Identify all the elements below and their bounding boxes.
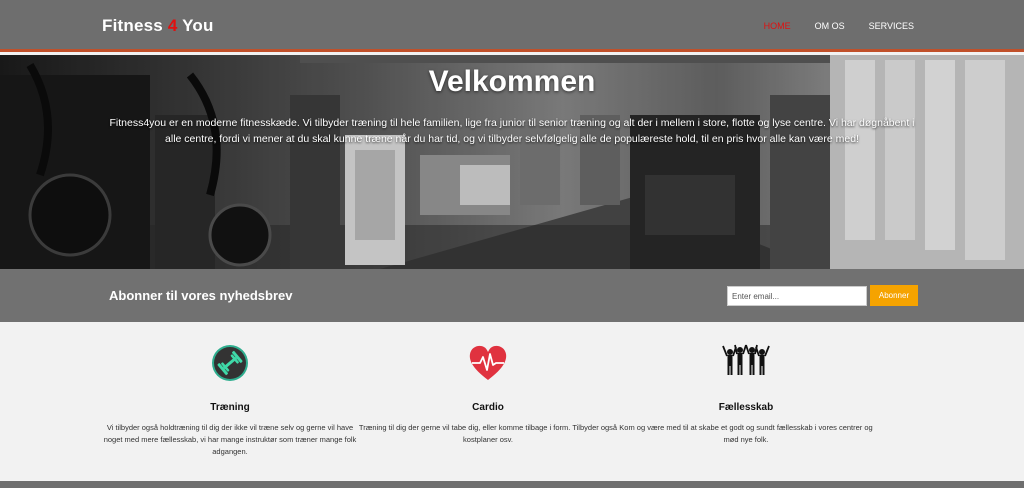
hero-banner: Velkommen Fitness4you er en moderne fitn… bbox=[0, 55, 1024, 269]
hero-intro-text: Fitness4you er en moderne fitnesskæde. V… bbox=[109, 117, 915, 145]
feature-text: Kom og være med til at skabe et godt og … bbox=[619, 423, 873, 444]
nav-om-os[interactable]: OM OS bbox=[815, 21, 845, 31]
community-icon bbox=[616, 344, 876, 384]
site-logo[interactable]: Fitness 4 You bbox=[102, 16, 214, 36]
nav-services[interactable]: SERVICES bbox=[869, 21, 914, 31]
nav-home[interactable]: HOME bbox=[764, 21, 791, 31]
email-input[interactable] bbox=[727, 286, 867, 306]
feature-title: Cardio bbox=[472, 402, 504, 413]
logo-accent: 4 bbox=[167, 16, 178, 35]
heartbeat-icon bbox=[358, 344, 618, 384]
newsletter-title: Abonner til vores nyhedsbrev bbox=[109, 288, 293, 303]
footer-strip bbox=[0, 481, 1024, 488]
main-nav: HOME OM OS SERVICES bbox=[740, 21, 914, 31]
logo-text-part2: You bbox=[177, 16, 214, 35]
logo-text-part1: Fitness bbox=[102, 16, 168, 35]
feature-title: Træning bbox=[210, 402, 250, 413]
hero-title: Velkommen bbox=[428, 65, 596, 98]
feature-text: Vi tilbyder også holdtræning til dig der… bbox=[103, 423, 357, 456]
site-header: Fitness 4 You HOME OM OS SERVICES bbox=[0, 0, 1024, 52]
feature-text: Træning til dig der gerne vil tabe dig, … bbox=[358, 423, 618, 444]
features-section: Træning Vi tilbyder også holdtræning til… bbox=[0, 322, 1024, 480]
feature-title: Fællesskab bbox=[718, 402, 774, 413]
dumbbell-icon bbox=[100, 344, 360, 384]
subscribe-button[interactable]: Abonner bbox=[870, 285, 918, 306]
